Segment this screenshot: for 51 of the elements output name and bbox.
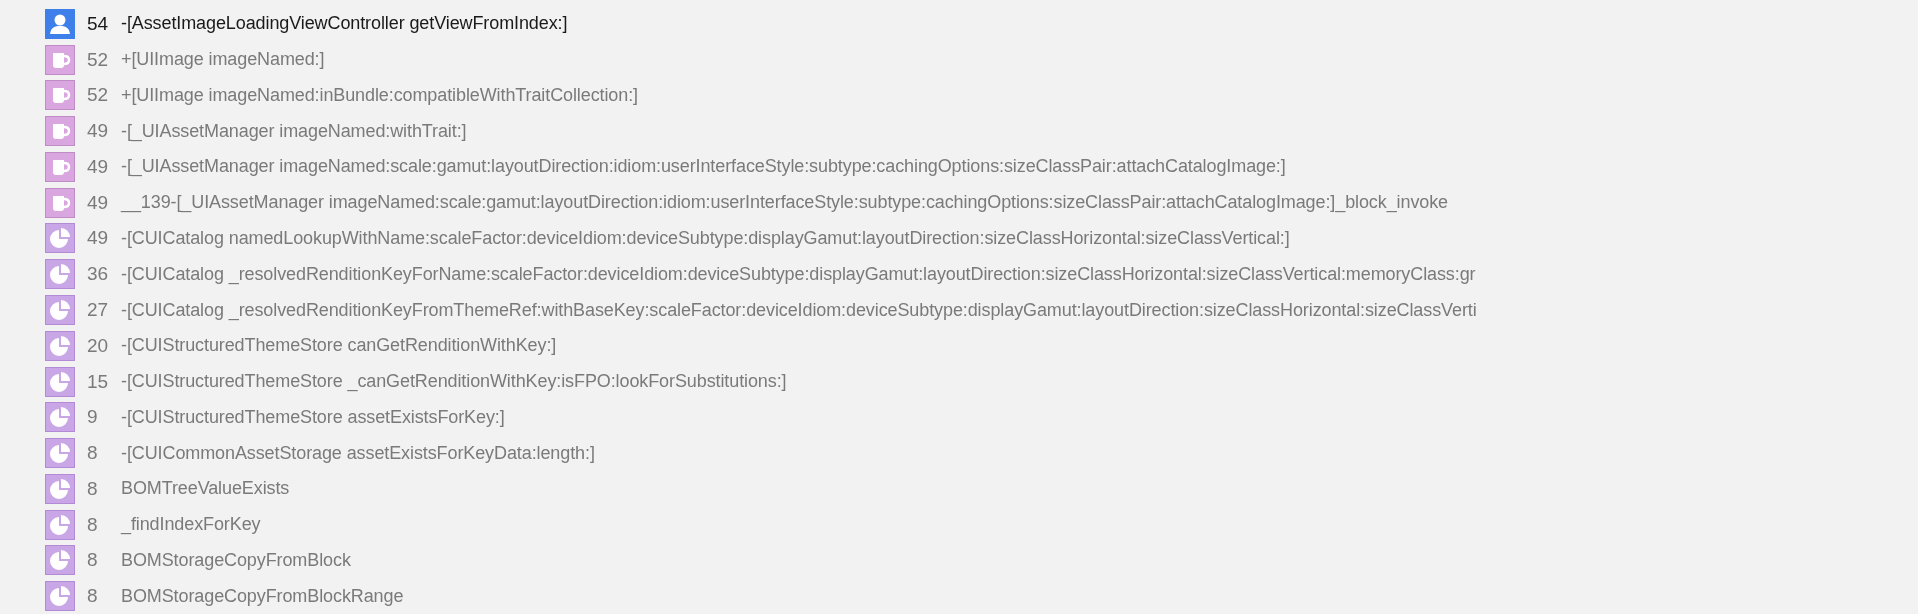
- symbol-name: -[CUICommonAssetStorage assetExistsForKeyData:length:]: [121, 442, 595, 464]
- sample-count: 8: [87, 513, 99, 536]
- symbol-name: +[UIImage imageNamed:inBundle:compatibleWithTraitCollection:]: [121, 84, 638, 106]
- symbol-name: _findIndexForKey: [121, 514, 261, 536]
- pie-icon: [45, 473, 75, 504]
- pie-icon: [45, 402, 75, 433]
- mug-icon: [45, 116, 75, 147]
- sample-count: 15: [87, 370, 109, 393]
- pie-icon: [45, 438, 75, 469]
- pie-icon: [45, 259, 75, 290]
- pie-icon: [45, 295, 75, 325]
- pie-icon: [45, 545, 75, 576]
- sample-count: 8: [87, 442, 99, 465]
- pie-icon: [45, 366, 75, 397]
- sample-count: 20: [87, 334, 109, 357]
- sample-count: 49: [87, 191, 109, 214]
- pie-icon: [45, 330, 75, 361]
- mug-icon: [45, 44, 75, 75]
- symbol-name: -[CUIStructuredThemeStore assetExistsForKey:]: [121, 406, 505, 428]
- pie-icon: [45, 223, 75, 254]
- sample-count: 49: [87, 155, 109, 178]
- symbol-name: BOMTreeValueExists: [121, 478, 290, 500]
- mug-icon: [45, 187, 75, 218]
- pie-icon: [45, 509, 75, 540]
- symbol-name: -[_UIAssetManager imageNamed:withTrait:]: [121, 120, 467, 142]
- symbol-name: -[CUIStructuredThemeStore canGetRenditionWithKey:]: [121, 335, 557, 357]
- sample-count: 27: [87, 299, 109, 321]
- pie-icon: [45, 581, 75, 612]
- symbol-name: -[CUIStructuredThemeStore _canGetRenditionWithKey:isFPO:lookForSubstitutions:]: [121, 371, 787, 393]
- sample-count: 8: [87, 549, 99, 572]
- sample-count: 54: [87, 12, 109, 35]
- symbol-name: -[CUICatalog namedLookupWithName:scaleFactor:deviceIdiom:deviceSubtype:displayGamut:layoutDirection:sizeClassHorizontal:sizeClassVertical:]: [121, 227, 1290, 249]
- sample-count: 49: [87, 120, 109, 143]
- symbol-name: -[CUICatalog _resolvedRenditionKeyForName:scaleFactor:deviceIdiom:deviceSubtype:displayGamut:layoutDirection:sizeClassHorizontal:sizeClassVertical:memoryClass:gr: [121, 263, 1476, 285]
- symbol-name: __139-[_UIAssetManager imageNamed:scale:gamut:layoutDirection:idiom:userInterfaceStyle:subtype:cachingOptions:sizeClassPair:attachCatalogImage:]_block_invoke: [121, 192, 1448, 214]
- symbol-name: BOMStorageCopyFromBlock: [121, 549, 351, 571]
- symbol-name: -[CUICatalog _resolvedRenditionKeyFromThemeRef:withBaseKey:scaleFactor:deviceIdiom:deviceSubtype:displayGamut:layoutDirection:sizeClassHorizontal:sizeClassVerti: [121, 299, 1477, 321]
- person-icon: [45, 8, 75, 39]
- sample-count: 9: [87, 406, 99, 429]
- symbol-name: -[AssetImageLoadingViewController getViewFromIndex:]: [121, 13, 568, 35]
- symbol-name: BOMStorageCopyFromBlockRange: [121, 585, 404, 607]
- mug-icon: [45, 151, 75, 182]
- sample-count: 52: [87, 84, 109, 107]
- sample-count: 8: [87, 585, 99, 608]
- sample-count: 49: [87, 227, 109, 250]
- mug-icon: [45, 80, 75, 111]
- symbol-name: -[_UIAssetManager imageNamed:scale:gamut:layoutDirection:idiom:userInterfaceStyle:subtype:cachingOptions:sizeClassPair:attachCatalogImage:]: [121, 156, 1286, 178]
- sample-count: 52: [87, 48, 109, 71]
- sample-count: 8: [87, 477, 99, 500]
- symbol-name: +[UIImage imageNamed:]: [121, 49, 325, 71]
- sample-count: 36: [87, 263, 109, 286]
